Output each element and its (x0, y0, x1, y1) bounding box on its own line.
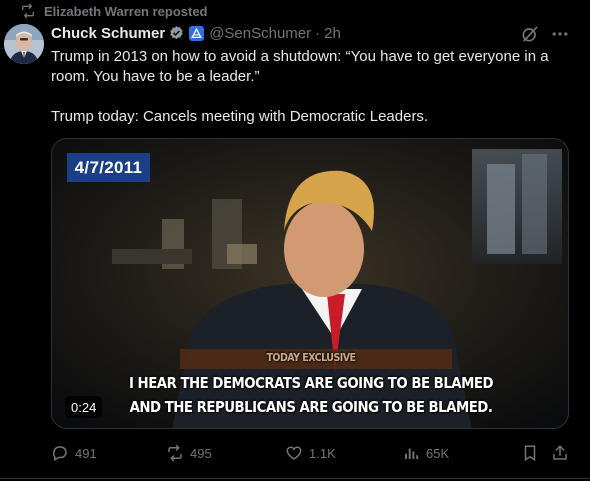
reply-button[interactable]: 491 (51, 443, 97, 463)
avatar[interactable] (4, 24, 44, 64)
duration-badge: 0:24 (65, 396, 103, 418)
affiliate-badge-icon[interactable] (189, 25, 205, 41)
grok-icon[interactable] (520, 24, 540, 44)
date-badge: 4/7/2011 (67, 153, 150, 182)
video-player[interactable]: 4/7/2011 TODAY EXCLUSIVE I HEAR THE DEMO… (51, 138, 569, 429)
views-button[interactable]: 65K (402, 443, 449, 463)
views-icon (405, 448, 419, 459)
display-name[interactable]: Chuck Schumer (51, 25, 165, 42)
like-count: 1.1K (309, 445, 336, 461)
tweet-line: room. You have to be a leader.” (51, 68, 260, 85)
bookmark-icon (524, 445, 536, 462)
like-button[interactable]: 1.1K (285, 443, 336, 463)
like-icon (286, 446, 302, 460)
tweet-text: Trump in 2013 on how to avoid a shutdown… (51, 47, 576, 127)
more-icon[interactable] (549, 24, 571, 44)
repost-text[interactable]: Elizabeth Warren reposted (44, 4, 208, 19)
tweet-line: Trump today: Cancels meeting with Democr… (51, 108, 429, 125)
retweet-button[interactable]: 495 (166, 443, 212, 463)
caption-line-2: AND THE REPUBLICANS ARE GOING TO BE BLAM… (129, 398, 493, 416)
repost-indicator[interactable]: Elizabeth Warren reposted (20, 3, 208, 19)
retweet-count: 495 (190, 445, 212, 461)
views-count: 65K (426, 445, 450, 461)
bookmark-button[interactable] (521, 443, 539, 463)
retweet-icon (168, 444, 182, 462)
reply-icon (53, 446, 67, 462)
repost-icon (22, 3, 34, 19)
share-icon (553, 445, 567, 460)
separator-dot: · (315, 24, 321, 42)
tweet-line: Trump in 2013 on how to avoid a shutdown… (51, 48, 549, 65)
reply-count: 491 (75, 445, 97, 461)
caption-line-1: I HEAR THE DEMOCRATS ARE GOING TO BE BLA… (128, 374, 494, 392)
divider (0, 478, 590, 479)
handle[interactable]: @SenSchumer (209, 25, 311, 42)
timestamp[interactable]: 2h (324, 25, 341, 42)
lower-third-label: TODAY EXCLUSIVE (266, 351, 356, 364)
verified-icon[interactable] (168, 25, 185, 42)
share-button[interactable] (551, 443, 569, 463)
action-bar: 491 495 1.1K 65K (51, 443, 576, 463)
tweet-header: Chuck Schumer @SenSchumer · 2h (51, 23, 341, 43)
